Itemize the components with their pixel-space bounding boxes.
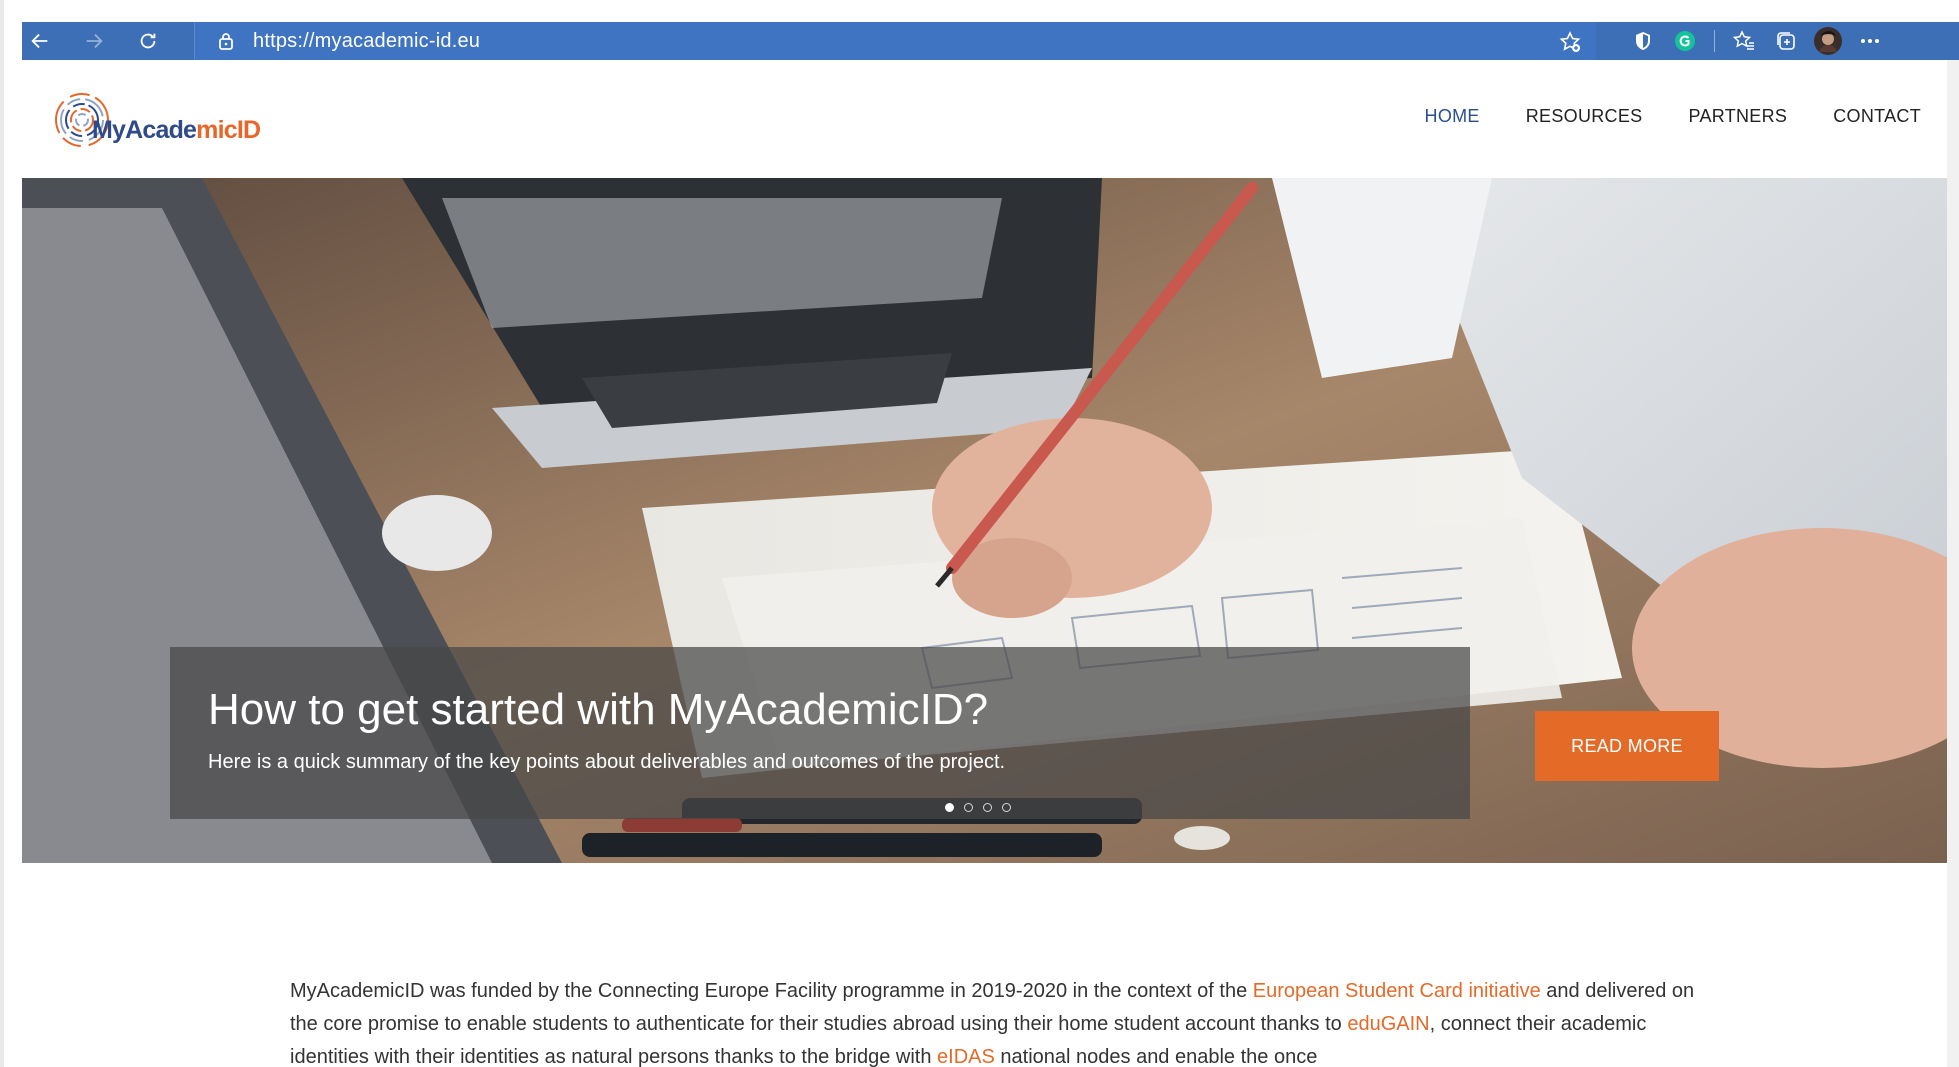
collections-button[interactable] [1765, 22, 1807, 60]
collections-icon [1777, 32, 1795, 50]
page-scrollbar[interactable] [1947, 60, 1959, 1067]
add-favorite-icon[interactable] [1558, 30, 1582, 54]
favorites-button[interactable] [1723, 22, 1765, 60]
nav-contact[interactable]: CONTACT [1833, 106, 1921, 127]
eidas-link[interactable]: eIDAS [937, 1046, 995, 1067]
nav-partners[interactable]: PARTNERS [1688, 106, 1787, 127]
nav-home[interactable]: HOME [1425, 106, 1480, 127]
slide-title: How to get started with MyAcademicID? [208, 685, 989, 734]
frame-top-edge [0, 0, 1959, 22]
intro-text-4: national nodes and enable the once [994, 1046, 1318, 1067]
screenshot-frame: https://myacademic-id.eu MyAcademicID HO… [0, 0, 1959, 1067]
toolbar-icons [1622, 22, 1891, 60]
more-options-button[interactable] [1849, 22, 1891, 60]
profile-button[interactable] [1807, 22, 1849, 60]
slide-dot-1[interactable] [945, 803, 954, 812]
grammarly-extension-button[interactable] [1664, 22, 1706, 60]
more-options-icon [1861, 39, 1879, 43]
edugain-link[interactable]: eduGAIN [1347, 1013, 1429, 1035]
site-logo[interactable]: MyAcademicID [52, 86, 261, 152]
url-text[interactable]: https://myacademic-id.eu [253, 30, 480, 53]
slide-dot-2[interactable] [964, 803, 973, 812]
shield-extension-icon [1636, 32, 1650, 50]
main-navigation: HOME RESOURCES PARTNERS CONTACT [1379, 106, 1921, 127]
shield-extension-button[interactable] [1622, 22, 1664, 60]
favorites-icon [1732, 30, 1754, 50]
address-bar[interactable]: https://myacademic-id.eu [194, 22, 1596, 60]
toolbar-separator [1714, 30, 1715, 52]
back-arrow-icon [31, 33, 48, 49]
browser-toolbar: https://myacademic-id.eu [22, 22, 1959, 60]
frame-left-edge [0, 0, 4, 1067]
refresh-icon [140, 33, 156, 49]
forward-button[interactable] [76, 22, 112, 60]
forward-arrow-icon [86, 33, 103, 49]
site-header: MyAcademicID HOME RESOURCES PARTNERS CON… [22, 60, 1959, 178]
slider-indicators [945, 803, 1011, 812]
hero-slider: How to get started with MyAcademicID? He… [22, 178, 1950, 863]
lock-icon[interactable] [217, 31, 235, 51]
slide-subtitle: Here is a quick summary of the key point… [208, 751, 1006, 773]
european-student-card-link[interactable]: European Student Card initiative [1253, 980, 1541, 1002]
back-button[interactable] [22, 22, 58, 60]
nav-resources[interactable]: RESOURCES [1526, 106, 1643, 127]
refresh-button[interactable] [130, 22, 166, 60]
slide-dot-3[interactable] [983, 803, 992, 812]
profile-avatar [1814, 27, 1842, 55]
intro-paragraph: MyAcademicID was funded by the Connectin… [290, 975, 1710, 1067]
slide-caption: How to get started with MyAcademicID? He… [170, 647, 1470, 819]
slide-dot-4[interactable] [1002, 803, 1011, 812]
logo-wordmark: MyAcademicID [92, 115, 261, 144]
read-more-button[interactable]: READ MORE [1535, 711, 1719, 781]
intro-text-1: MyAcademicID was funded by the Connectin… [290, 980, 1253, 1002]
grammarly-extension-icon [1675, 31, 1695, 51]
